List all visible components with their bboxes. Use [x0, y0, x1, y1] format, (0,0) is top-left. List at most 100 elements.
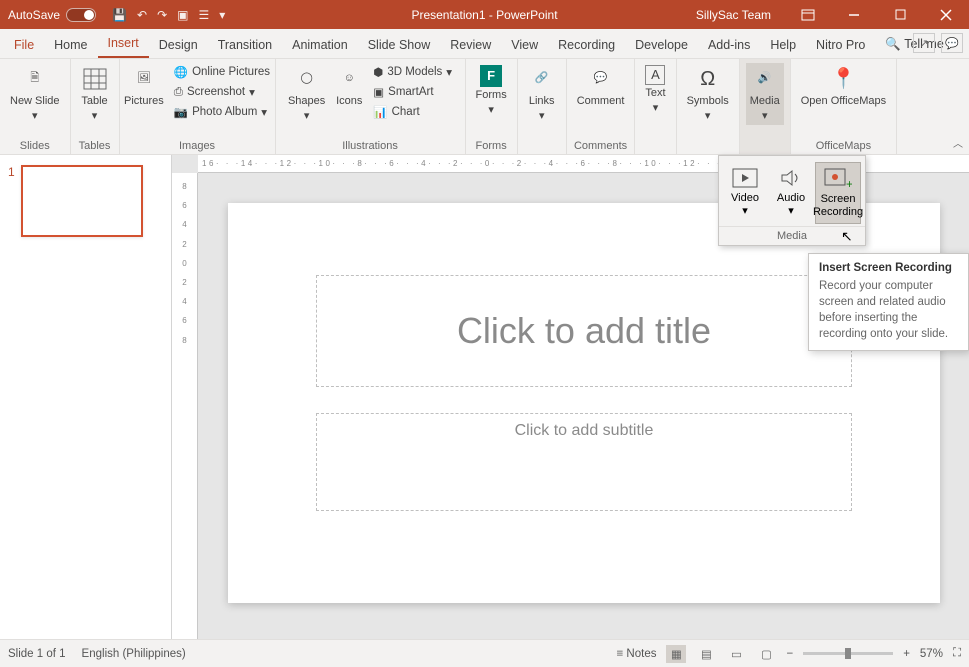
symbols-button[interactable]: ΩSymbols▾	[683, 63, 733, 125]
screen-recording-label: Screen Recording	[813, 193, 863, 219]
slide-thumbnail-1[interactable]	[21, 165, 143, 237]
insert-audio-button[interactable]: Audio▾	[769, 162, 813, 224]
shapes-icon: ◯	[293, 65, 321, 93]
media-button[interactable]: 🔊Media▾	[746, 63, 784, 125]
tab-review[interactable]: Review	[440, 32, 501, 58]
close-icon[interactable]	[923, 0, 969, 29]
online-pictures-label: Online Pictures	[192, 66, 270, 78]
group-comments: 💬Comment Comments	[567, 59, 636, 154]
start-from-beginning-icon[interactable]: ▣	[177, 8, 188, 22]
maximize-icon[interactable]	[877, 0, 923, 29]
photo-album-icon: 📷	[174, 105, 188, 119]
tooltip-body: Record your computer screen and related …	[819, 278, 958, 342]
comment-button[interactable]: 💬Comment	[573, 63, 629, 110]
insert-video-button[interactable]: Video▾	[723, 162, 767, 224]
links-label: Links	[529, 95, 555, 108]
smartart-button[interactable]: ▣SmartArt	[369, 83, 456, 101]
tab-design[interactable]: Design	[149, 32, 208, 58]
tab-animations[interactable]: Animation	[282, 32, 358, 58]
notes-button[interactable]: ≡ Notes	[617, 648, 657, 660]
vertical-ruler[interactable]: 864202468	[172, 173, 198, 639]
online-pictures-icon: 🌐	[174, 65, 188, 79]
fit-to-window-icon[interactable]: ⛶	[953, 647, 961, 660]
shapes-button[interactable]: ◯Shapes▾	[284, 63, 329, 125]
new-slide-label: New Slide	[10, 95, 60, 108]
share-button[interactable]: ↗	[913, 33, 935, 53]
title-bar: AutoSave 💾 ↶ ↷ ▣ ☰ ▾ Presentation1 - Pow…	[0, 0, 969, 29]
zoom-out-icon[interactable]: −	[786, 648, 793, 660]
pictures-label: Pictures	[124, 95, 164, 108]
tab-recording[interactable]: Recording	[548, 32, 625, 58]
icons-icon: ☺	[335, 65, 363, 93]
group-links: 🔗Links▾	[518, 59, 567, 154]
ribbon-display-icon[interactable]	[785, 0, 831, 29]
tab-transitions[interactable]: Transition	[208, 32, 282, 58]
links-button[interactable]: 🔗Links▾	[524, 63, 560, 125]
forms-button[interactable]: FForms▾	[472, 63, 511, 119]
tab-addins[interactable]: Add-ins	[698, 32, 760, 58]
group-images: 🖼Pictures 🌐Online Pictures ⎙Screenshot▾ …	[120, 59, 276, 154]
tooltip-title: Insert Screen Recording	[819, 262, 958, 274]
undo-icon[interactable]: ↶	[137, 8, 147, 22]
redo-icon[interactable]: ↷	[157, 8, 167, 22]
minimize-icon[interactable]	[831, 0, 877, 29]
group-label-tables: Tables	[77, 140, 113, 152]
screenshot-button[interactable]: ⎙Screenshot▾	[170, 83, 274, 101]
symbols-label: Symbols	[687, 95, 729, 108]
shapes-label: Shapes	[288, 95, 325, 108]
tab-file[interactable]: File	[4, 32, 44, 58]
comments-button[interactable]: 💬	[941, 33, 963, 53]
tab-view[interactable]: View	[501, 32, 548, 58]
chart-label: Chart	[392, 106, 420, 118]
insert-screen-recording-button[interactable]: + Screen Recording	[815, 162, 861, 224]
zoom-level[interactable]: 57%	[920, 648, 943, 660]
open-officemaps-button[interactable]: 📍Open OfficeMaps	[797, 63, 890, 110]
list-icon[interactable]: ☰	[198, 8, 209, 22]
reading-view-icon[interactable]: ▭	[726, 645, 746, 663]
icons-button[interactable]: ☺Icons	[331, 63, 367, 110]
title-placeholder[interactable]: Click to add title	[316, 275, 852, 387]
tab-slideshow[interactable]: Slide Show	[358, 32, 441, 58]
tab-help[interactable]: Help	[760, 32, 806, 58]
tab-insert[interactable]: Insert	[98, 30, 149, 58]
photo-album-button[interactable]: 📷Photo Album▾	[170, 103, 274, 121]
chevron-down-icon: ▾	[488, 104, 494, 117]
new-slide-button[interactable]: 🗎New Slide▾	[6, 63, 64, 125]
group-label-images: Images	[126, 140, 269, 152]
comment-icon: 💬	[587, 65, 615, 93]
text-label: Text	[645, 87, 665, 100]
3d-models-label: 3D Models	[387, 66, 442, 78]
notes-label: Notes	[626, 648, 656, 660]
pictures-button[interactable]: 🖼Pictures	[120, 63, 168, 110]
3d-models-button[interactable]: ⬢3D Models▾	[369, 63, 456, 81]
save-icon[interactable]: 💾	[112, 8, 127, 22]
group-tables: Table▾ Tables	[71, 59, 120, 154]
qat-more-icon[interactable]: ▾	[219, 8, 225, 22]
group-text: AText▾	[635, 59, 676, 154]
autosave-toggle[interactable]: AutoSave	[0, 8, 104, 22]
zoom-slider[interactable]	[803, 652, 893, 655]
screen-recording-icon: +	[823, 167, 853, 191]
language-status[interactable]: English (Philippines)	[82, 648, 186, 660]
normal-view-icon[interactable]: ▦	[666, 645, 686, 663]
group-label-illustrations: Illustrations	[282, 140, 459, 152]
tab-nitropro[interactable]: Nitro Pro	[806, 32, 875, 58]
slideshow-view-icon[interactable]: ▢	[756, 645, 776, 663]
tab-home[interactable]: Home	[44, 32, 97, 58]
slide-counter[interactable]: Slide 1 of 1	[8, 648, 66, 660]
chevron-down-icon: ▾	[539, 110, 545, 123]
zoom-in-icon[interactable]: +	[903, 648, 910, 660]
subtitle-placeholder[interactable]: Click to add subtitle	[316, 413, 852, 511]
chevron-down-icon: ▾	[788, 205, 794, 218]
group-illustrations: ◯Shapes▾ ☺Icons ⬢3D Models▾ ▣SmartArt 📊C…	[276, 59, 466, 154]
collapse-ribbon-icon[interactable]: ︿	[953, 135, 963, 150]
tab-developer[interactable]: Develope	[625, 32, 698, 58]
online-pictures-button[interactable]: 🌐 Online Pictures	[170, 63, 274, 81]
group-media: 🔊Media▾	[740, 59, 791, 154]
slide-sorter-view-icon[interactable]: ▤	[696, 645, 716, 663]
text-button[interactable]: AText▾	[641, 63, 669, 117]
chart-button[interactable]: 📊Chart	[369, 103, 456, 121]
new-slide-icon: 🗎	[21, 65, 49, 93]
table-button[interactable]: Table▾	[77, 63, 113, 125]
account-name[interactable]: SillySac Team	[682, 8, 785, 22]
